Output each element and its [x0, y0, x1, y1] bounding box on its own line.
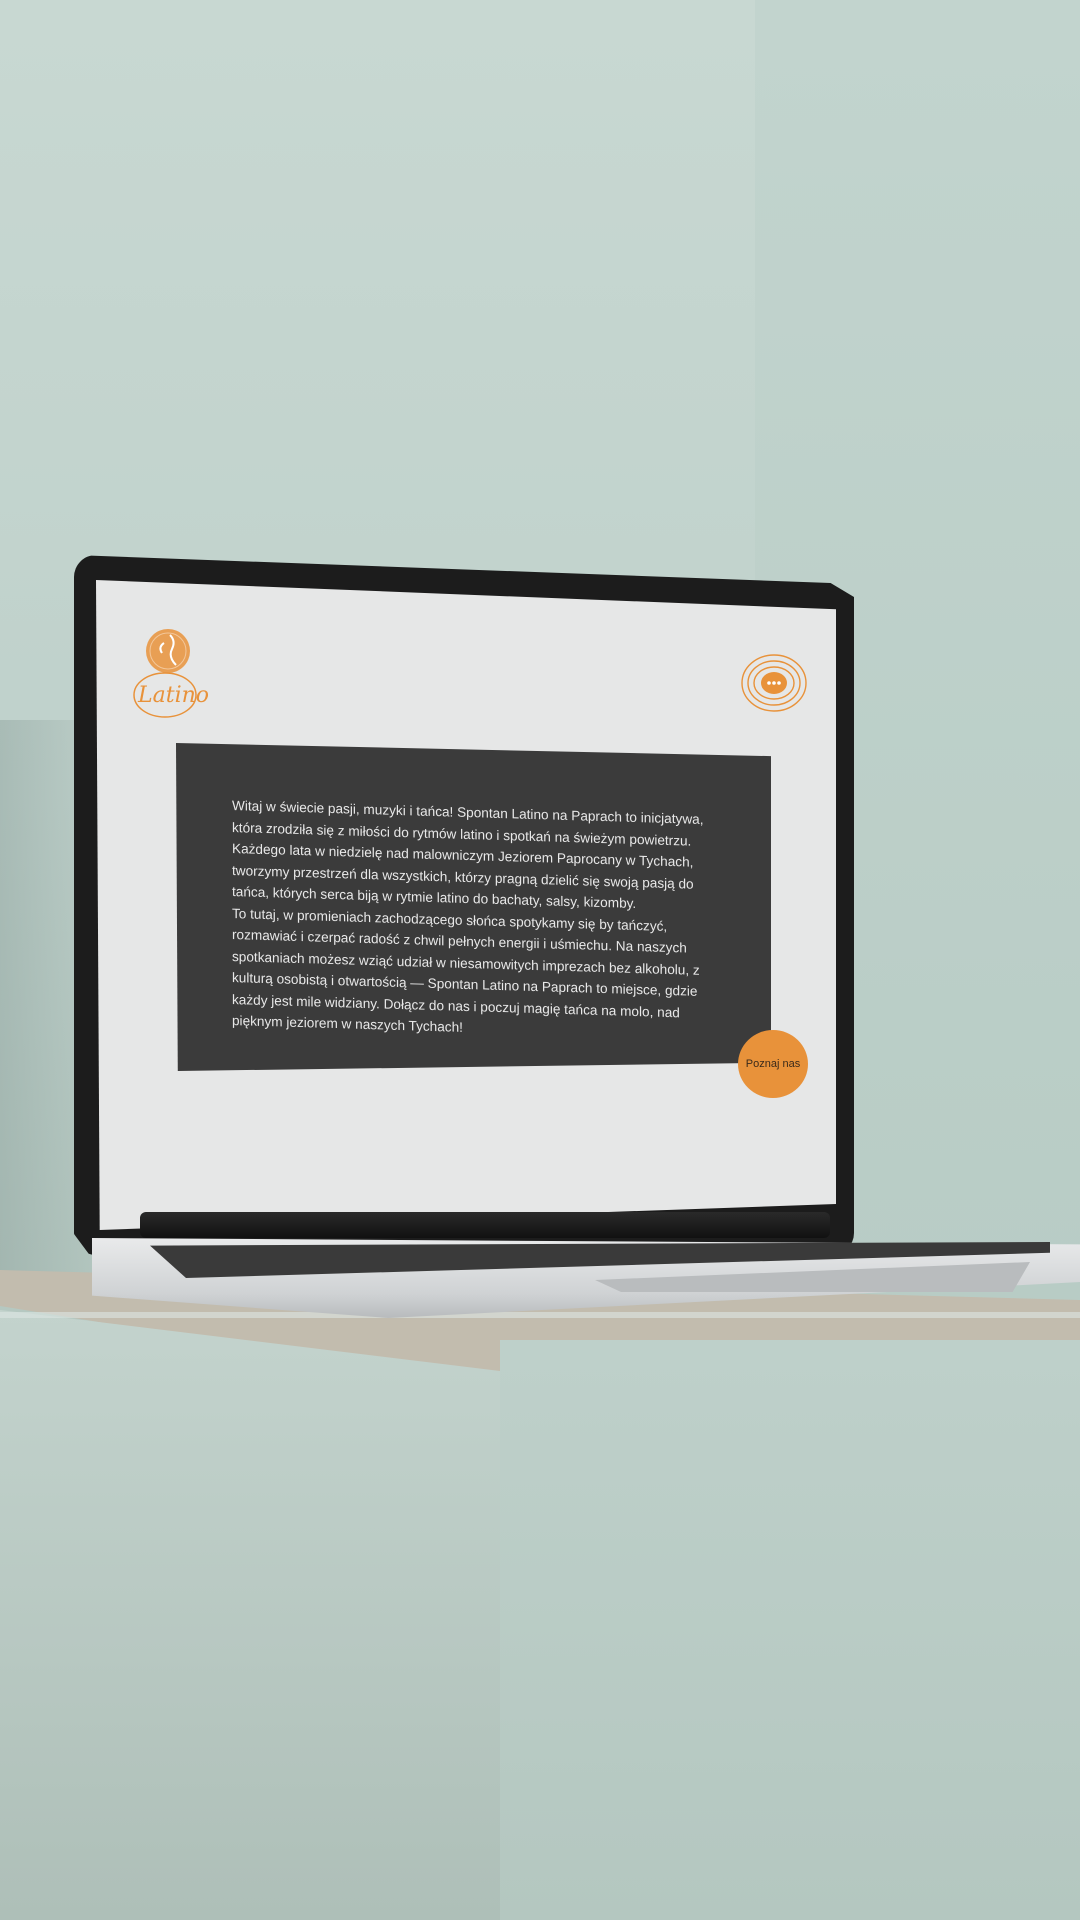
scene: Latino Witaj w świecie pasji, muzyki i t…	[0, 0, 1080, 1920]
about-us-button[interactable]: Poznaj nas	[738, 1030, 808, 1098]
pedestal-front-left	[0, 1310, 500, 1920]
intro-paragraph-2: To tutaj, w promieniach zachodzącego sło…	[232, 905, 700, 1035]
pedestal-edge	[0, 1312, 1080, 1318]
laptop-hinge	[140, 1212, 830, 1238]
chat-bubble-icon	[741, 654, 807, 712]
about-us-button-label: Poznaj nas	[745, 1058, 801, 1070]
intro-text: Witaj w świecie pasji, muzyki i tańca! S…	[232, 795, 724, 1046]
pedestal-front-right	[500, 1340, 1080, 1920]
intro-paragraph-1: Witaj w świecie pasji, muzyki i tańca! S…	[232, 798, 704, 911]
logo-text: Latino	[138, 683, 210, 708]
site-logo[interactable]: Latino	[130, 625, 209, 725]
chat-widget-button[interactable]	[740, 652, 810, 714]
